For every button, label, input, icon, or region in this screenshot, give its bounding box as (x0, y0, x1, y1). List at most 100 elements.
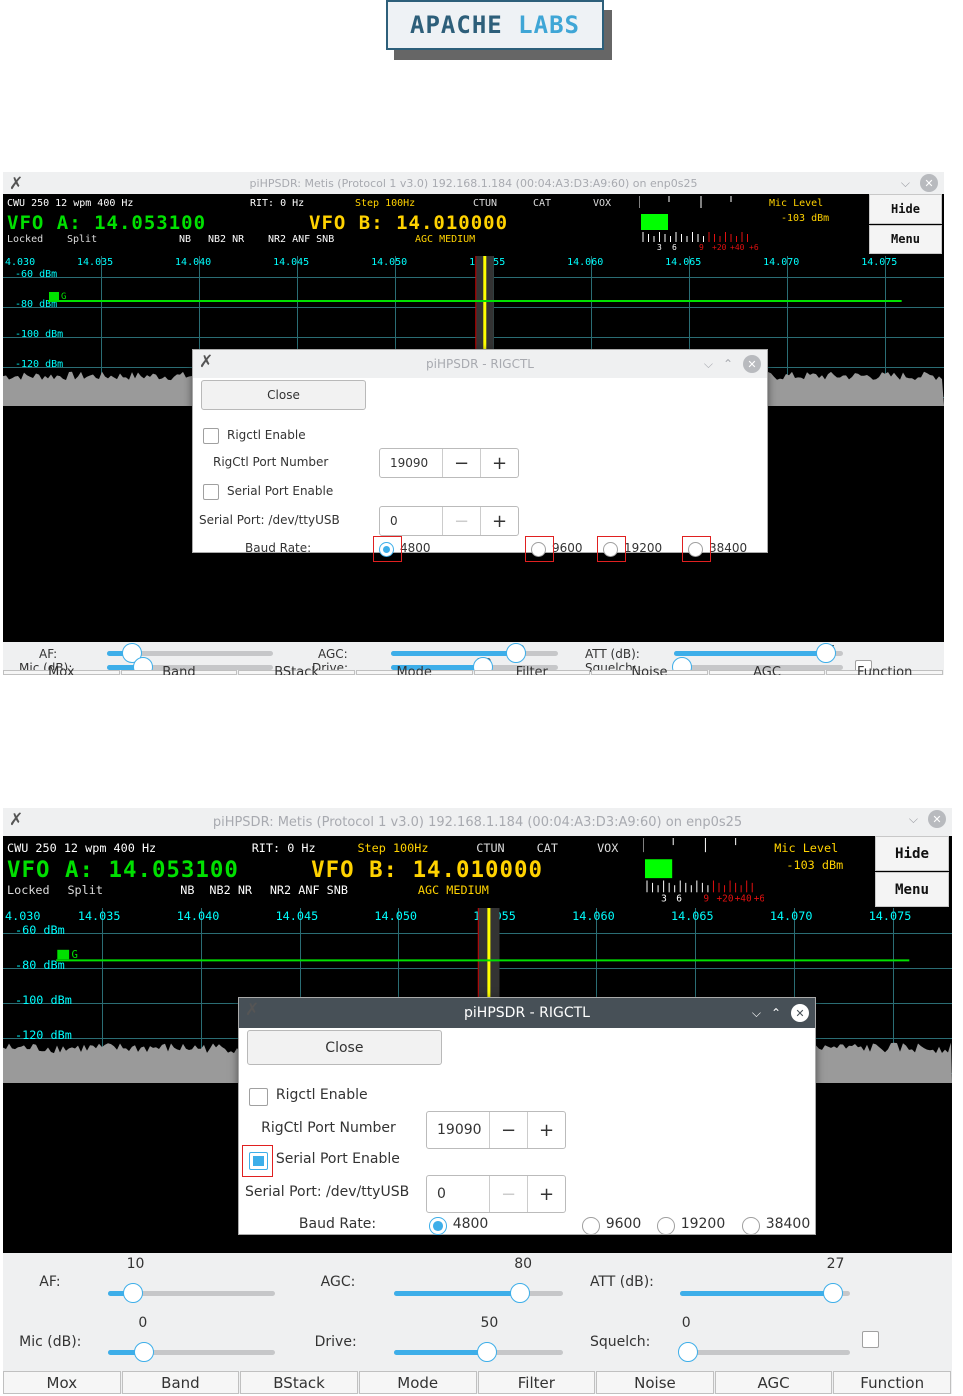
dialog-minimize-icon[interactable]: ⌵ (704, 357, 713, 372)
menu-button[interactable]: Menu (869, 224, 942, 254)
tab-agc[interactable]: AGC (708, 665, 826, 675)
window-close-icon[interactable]: ✕ (928, 810, 946, 828)
dialog-app-icon: ✗ (245, 1000, 260, 1020)
tab-function[interactable]: Function (833, 1371, 951, 1394)
window-close-icon[interactable]: ✕ (920, 174, 938, 192)
serial-port-spinner-value[interactable]: 0 (427, 1176, 489, 1212)
step-text: Step 100Hz (357, 840, 429, 855)
dialog-close-icon[interactable]: ✕ (791, 1004, 809, 1022)
dialog-maximize-icon[interactable]: ⌃ (771, 1006, 781, 1020)
tab-band[interactable]: Band (121, 1371, 240, 1394)
logo-text-right: LABS (518, 11, 580, 39)
agc-slider-fill (391, 650, 518, 656)
mic-slider-handle[interactable] (134, 1341, 155, 1362)
tab-function[interactable]: Function (826, 665, 943, 675)
baud-radio-9600[interactable] (582, 1217, 600, 1235)
window-title: piHPSDR: Metis (Protocol 1 v3.0) 192.168… (249, 176, 698, 190)
tab-filter[interactable]: Filter (473, 665, 591, 675)
mic-label: Mic (dB): (19, 1333, 82, 1350)
serial-enable-checkbox[interactable] (203, 484, 219, 500)
att-slider[interactable] (679, 1282, 851, 1303)
window-controls: ⌵ ✕ (909, 810, 946, 828)
port-number-spinner-decrement-button[interactable]: − (489, 1112, 527, 1148)
s-meter: 3 6 9 +20+40 +60 (639, 196, 759, 251)
af-slider[interactable] (107, 1282, 276, 1303)
tab-mox[interactable]: Mox (3, 1371, 121, 1394)
close-button[interactable]: Close (247, 1030, 442, 1066)
serial-port-spinner-value[interactable]: 0 (380, 507, 442, 535)
att-slider[interactable] (674, 642, 843, 663)
meter-scale-label: 9 (699, 243, 704, 251)
port-number-spinner-value[interactable]: 19090 (380, 449, 442, 477)
squelch-slider[interactable] (677, 1341, 851, 1362)
port-number-spinner-increment-button[interactable]: + (480, 449, 518, 477)
nb2-nr-text: NB2 NR (208, 234, 245, 245)
minimize-icon[interactable]: ⌵ (909, 812, 918, 827)
tab-filter[interactable]: Filter (477, 1371, 596, 1394)
tab-mox[interactable]: Mox (3, 665, 120, 675)
vfo-a-label: VFO A: (7, 857, 94, 884)
tab-mode[interactable]: Mode (355, 665, 473, 675)
agc-slider-handle[interactable] (510, 1282, 531, 1303)
tab-band[interactable]: Band (120, 665, 238, 675)
dialog-maximize-icon[interactable]: ⌃ (723, 357, 733, 371)
att-slider-fill (674, 650, 828, 656)
minimize-icon[interactable]: ⌵ (901, 176, 910, 191)
hide-button[interactable]: Hide (875, 836, 949, 871)
rigctl-enable-label: Rigctl Enable (275, 1087, 368, 1104)
meter-bar (645, 859, 673, 879)
mic-slider[interactable] (107, 1341, 276, 1362)
port-number-spinner-decrement-button[interactable]: − (442, 449, 480, 477)
tab-agc[interactable]: AGC (714, 1371, 833, 1394)
app-icon: ✗ (9, 810, 24, 830)
window-titlebar: ✗ piHPSDR: Metis (Protocol 1 v3.0) 192.1… (3, 808, 952, 836)
locked-text: Locked (7, 234, 44, 245)
menu-button[interactable]: Menu (875, 872, 949, 907)
tab-mode[interactable]: Mode (358, 1371, 477, 1394)
af-slider-handle[interactable] (122, 1282, 143, 1303)
serial-port-spinner-decrement-button[interactable]: − (489, 1176, 527, 1212)
mode-line: CWU 250 12 wpm 400 Hz (7, 840, 157, 855)
rit-text: RIT: 0 Hz (250, 198, 305, 209)
agc-slider[interactable] (391, 642, 558, 663)
serial-port-label: Serial Port: /dev/ttyUSB (199, 512, 340, 527)
port-number-spinner-increment-button[interactable]: + (527, 1112, 565, 1148)
rigctl-enable-checkbox[interactable] (249, 1087, 268, 1107)
serial-port-spinner-increment-button[interactable]: + (527, 1176, 565, 1212)
rigctl-enable-checkbox[interactable] (203, 428, 219, 444)
port-number-spinner-value[interactable]: 19090 (427, 1112, 489, 1148)
baud-label-19200: 19200 (624, 540, 663, 555)
drive-value: 50 (480, 1314, 499, 1331)
agc-slider[interactable] (394, 1282, 563, 1303)
tab-noise[interactable]: Noise (591, 665, 708, 675)
dialog-window-controls: ⌵ ⌃ ✕ (704, 355, 761, 373)
meter-scale-label: +60 (749, 243, 759, 251)
agc-slider-handle[interactable] (505, 642, 526, 663)
baud-radio-19200[interactable] (657, 1217, 675, 1235)
hide-button[interactable]: Hide (869, 194, 942, 224)
window-title: piHPSDR: Metis (Protocol 1 v3.0) 192.168… (212, 814, 743, 830)
dialog-close-icon[interactable]: ✕ (743, 355, 761, 373)
att-slider-handle[interactable] (822, 1282, 843, 1303)
close-button[interactable]: Close (201, 380, 366, 410)
vfo-b: VFO B: 14.010000 (309, 212, 508, 234)
squelch-slider-handle[interactable] (677, 1341, 698, 1362)
drive-slider-handle[interactable] (476, 1341, 497, 1362)
af-slider[interactable] (107, 642, 273, 663)
baud-radio-4800[interactable] (429, 1217, 447, 1235)
tab-bstack[interactable]: BStack (238, 665, 355, 675)
serial-port-spinner-increment-button[interactable]: + (480, 507, 518, 535)
squelch-enable-checkbox[interactable] (862, 1330, 880, 1348)
meter-scale-label: +20 (717, 894, 734, 903)
baud-radio-38400[interactable] (742, 1217, 760, 1235)
att-slider-handle[interactable] (815, 642, 836, 663)
dialog-minimize-icon[interactable]: ⌵ (752, 1006, 761, 1021)
serial-port-spinner-decrement-button[interactable]: − (442, 507, 480, 535)
serial-port-spinner: 0− + (426, 1175, 566, 1213)
tab-bstack[interactable]: BStack (240, 1371, 358, 1394)
drive-slider[interactable] (394, 1341, 563, 1362)
tab-noise[interactable]: Noise (596, 1371, 714, 1394)
app-icon: ✗ (9, 174, 24, 194)
vfo-a: VFO A: 14.053100 (7, 857, 239, 883)
vfo-b-label: VFO B: (311, 857, 399, 884)
